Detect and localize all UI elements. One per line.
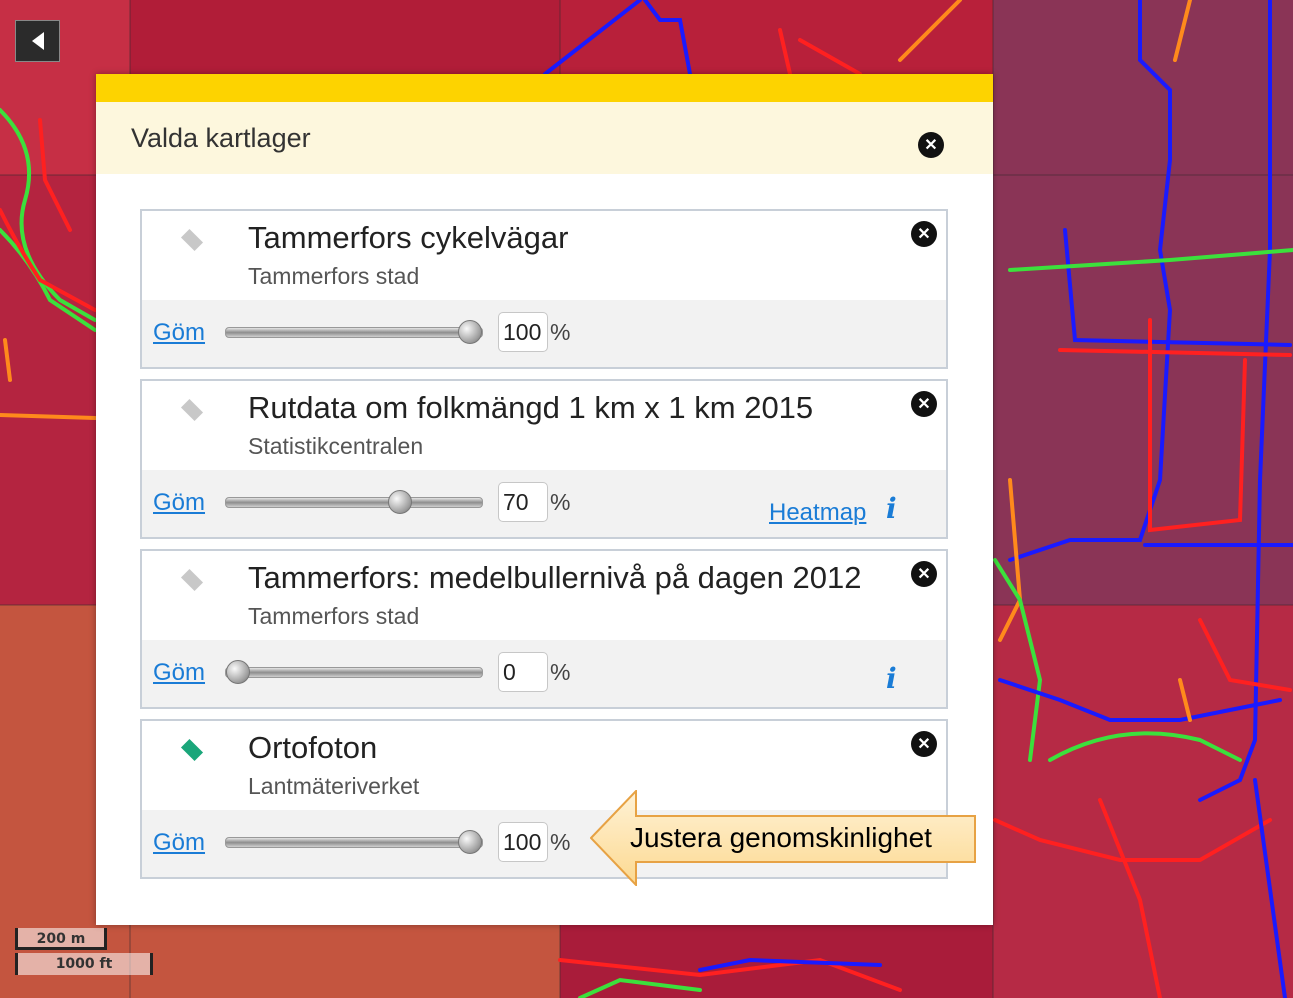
- close-circle-icon: ✕: [917, 566, 931, 583]
- opacity-input[interactable]: [498, 822, 548, 862]
- opacity-input[interactable]: [498, 482, 548, 522]
- layer-name: Ortofoton: [248, 730, 378, 765]
- panel-title: Valda kartlager: [131, 122, 311, 153]
- panel-header: Valda kartlager ✕: [96, 102, 993, 174]
- layer-source: Tammerfors stad: [248, 263, 420, 289]
- percent-sign: %: [550, 489, 571, 515]
- info-icon[interactable]: i: [886, 492, 897, 525]
- scale-bar: 200 m 1000 ft: [15, 928, 155, 978]
- callout-text: Justera genomskinlighet: [630, 822, 932, 853]
- back-arrow-icon: [31, 32, 44, 50]
- hide-layer-link[interactable]: Göm: [153, 489, 205, 517]
- back-button[interactable]: [15, 20, 60, 62]
- opacity-input[interactable]: [498, 312, 548, 352]
- slider-thumb[interactable]: [226, 660, 250, 684]
- remove-layer-button[interactable]: ✕: [911, 391, 937, 417]
- layer-info: Tammerfors cykelvägar Tammerfors stad ✕: [142, 211, 946, 300]
- percent-sign: %: [550, 659, 571, 685]
- hide-layer-link[interactable]: Göm: [153, 659, 205, 687]
- layer-controls: Göm % Heatmap i: [142, 470, 946, 537]
- opacity-slider[interactable]: [225, 660, 483, 684]
- remove-layer-button[interactable]: ✕: [911, 221, 937, 247]
- slider-thumb[interactable]: [388, 490, 413, 514]
- diamond-icon[interactable]: [180, 738, 204, 762]
- hide-layer-link[interactable]: Göm: [153, 829, 205, 857]
- close-circle-icon: ✕: [924, 137, 938, 154]
- scale-imperial: 1000 ft: [15, 953, 153, 975]
- close-circle-icon: ✕: [917, 226, 931, 243]
- close-circle-icon: ✕: [917, 396, 931, 413]
- remove-layer-button[interactable]: ✕: [911, 561, 937, 587]
- slider-thumb[interactable]: [458, 320, 482, 344]
- layer-source: Tammerfors stad: [248, 603, 420, 629]
- layer-source: Lantmäteriverket: [248, 773, 420, 799]
- diamond-icon[interactable]: [180, 568, 204, 592]
- slider-thumb[interactable]: [458, 830, 482, 854]
- layer-name: Tammerfors: medelbullernivå på dagen 201…: [248, 560, 862, 595]
- info-icon[interactable]: i: [886, 662, 897, 695]
- layer-name: Rutdata om folkmängd 1 km x 1 km 2015: [248, 390, 814, 425]
- layer-controls: Göm % i: [142, 640, 946, 707]
- layer-controls: Göm %: [142, 300, 946, 367]
- layer-info: Tammerfors: medelbullernivå på dagen 201…: [142, 551, 946, 640]
- percent-sign: %: [550, 829, 571, 855]
- callout-annotation: Justera genomskinlighet: [589, 788, 977, 888]
- layer-info: Rutdata om folkmängd 1 km x 1 km 2015 St…: [142, 381, 946, 470]
- opacity-slider[interactable]: [225, 320, 483, 344]
- diamond-icon[interactable]: [180, 228, 204, 252]
- layer-name: Tammerfors cykelvägar: [248, 220, 569, 255]
- layer-item: Tammerfors cykelvägar Tammerfors stad ✕ …: [140, 209, 948, 369]
- percent-sign: %: [550, 319, 571, 345]
- layer-item: Rutdata om folkmängd 1 km x 1 km 2015 St…: [140, 379, 948, 539]
- diamond-icon[interactable]: [180, 398, 204, 422]
- close-circle-icon: ✕: [917, 736, 931, 753]
- heatmap-link[interactable]: Heatmap: [769, 499, 866, 527]
- opacity-slider[interactable]: [225, 490, 483, 514]
- layer-source: Statistikcentralen: [248, 433, 424, 459]
- layer-item: Tammerfors: medelbullernivå på dagen 201…: [140, 549, 948, 709]
- close-panel-button[interactable]: ✕: [918, 132, 944, 158]
- hide-layer-link[interactable]: Göm: [153, 319, 205, 347]
- panel-accent-bar: [96, 74, 993, 102]
- opacity-input[interactable]: [498, 652, 548, 692]
- opacity-slider[interactable]: [225, 830, 483, 854]
- remove-layer-button[interactable]: ✕: [911, 731, 937, 757]
- scale-metric: 200 m: [15, 928, 107, 950]
